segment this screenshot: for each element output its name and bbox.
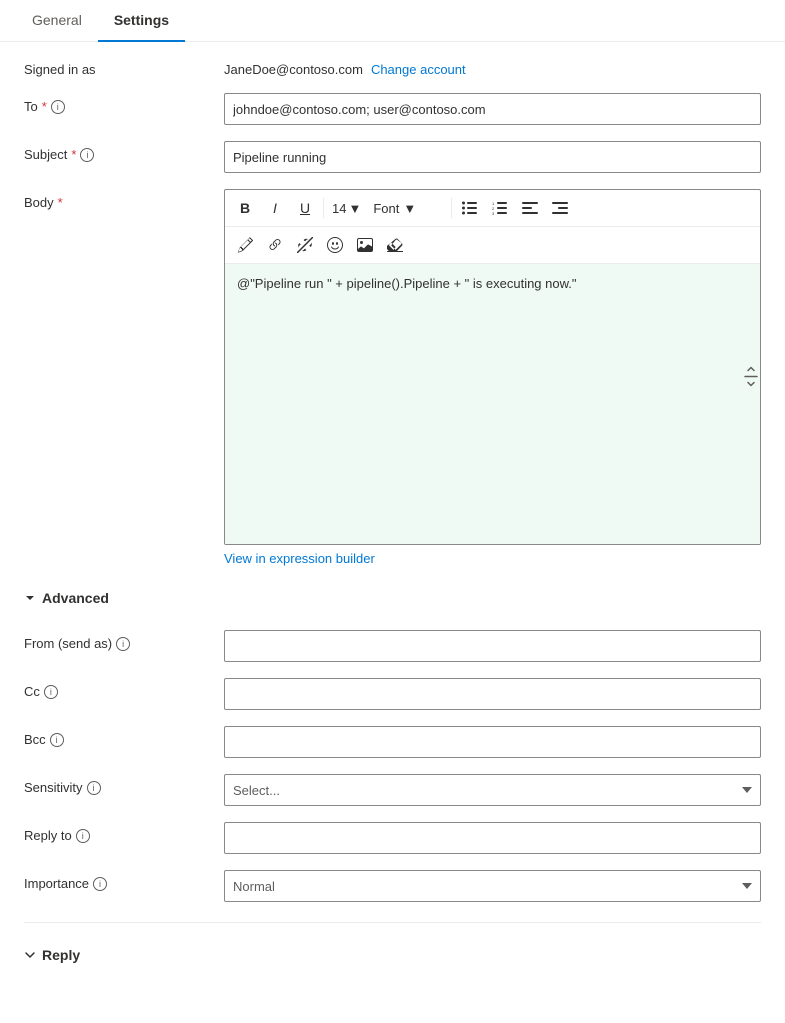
italic-button[interactable]: I bbox=[261, 194, 289, 222]
subject-input[interactable] bbox=[224, 141, 761, 173]
font-selector[interactable]: Font ▼ bbox=[367, 194, 447, 222]
sensitivity-field: Select... Normal Personal Private Confid… bbox=[224, 774, 761, 806]
reply-label: Reply bbox=[42, 947, 80, 963]
cc-info-icon: i bbox=[44, 685, 58, 699]
to-required-star: * bbox=[42, 99, 47, 114]
toolbar-row2 bbox=[225, 227, 760, 264]
tab-general[interactable]: General bbox=[16, 0, 98, 42]
align-right-button[interactable] bbox=[546, 194, 574, 222]
cc-row: Cc i bbox=[24, 678, 761, 710]
sensitivity-label: Sensitivity i bbox=[24, 774, 224, 795]
subject-row: Subject * i bbox=[24, 141, 761, 173]
importance-row: Importance i Normal Low High bbox=[24, 870, 761, 902]
to-row: To * i bbox=[24, 93, 761, 125]
bcc-row: Bcc i bbox=[24, 726, 761, 758]
advanced-label: Advanced bbox=[42, 590, 109, 606]
pen-button[interactable] bbox=[231, 231, 259, 259]
importance-select[interactable]: Normal Low High bbox=[224, 870, 761, 902]
cc-input[interactable] bbox=[224, 678, 761, 710]
reply-to-field bbox=[224, 822, 761, 854]
advanced-chevron-icon bbox=[24, 592, 36, 604]
tab-settings[interactable]: Settings bbox=[98, 0, 185, 42]
signed-in-email: JaneDoe@contoso.com bbox=[224, 62, 363, 77]
toolbar-divider-2 bbox=[451, 198, 452, 218]
reply-to-info-icon: i bbox=[76, 829, 90, 843]
body-row: Body * B I U 14 ▼ Font ▼ bbox=[24, 189, 761, 566]
from-info-icon: i bbox=[116, 637, 130, 651]
from-label: From (send as) i bbox=[24, 630, 224, 651]
sensitivity-info-icon: i bbox=[87, 781, 101, 795]
reply-to-input[interactable] bbox=[224, 822, 761, 854]
to-field bbox=[224, 93, 761, 125]
align-left-button[interactable] bbox=[516, 194, 544, 222]
to-label: To * i bbox=[24, 93, 224, 114]
bullet-list-button[interactable] bbox=[456, 194, 484, 222]
subject-info-icon: i bbox=[80, 148, 94, 162]
svg-text:3: 3 bbox=[492, 211, 495, 215]
bcc-label: Bcc i bbox=[24, 726, 224, 747]
importance-label: Importance i bbox=[24, 870, 224, 891]
link-button[interactable] bbox=[261, 231, 289, 259]
body-editor: B I U 14 ▼ Font ▼ bbox=[224, 189, 761, 545]
signed-in-label: Signed in as bbox=[24, 62, 224, 77]
font-size-selector[interactable]: 14 ▼ bbox=[328, 194, 365, 222]
importance-field: Normal Low High bbox=[224, 870, 761, 902]
from-row: From (send as) i bbox=[24, 630, 761, 662]
subject-required-star: * bbox=[71, 147, 76, 162]
sensitivity-row: Sensitivity i Select... Normal Personal … bbox=[24, 774, 761, 806]
subject-label: Subject * i bbox=[24, 141, 224, 162]
cc-field bbox=[224, 678, 761, 710]
from-input[interactable] bbox=[224, 630, 761, 662]
emoji-button[interactable] bbox=[321, 231, 349, 259]
reply-section: Reply bbox=[24, 922, 761, 1003]
bcc-input[interactable] bbox=[224, 726, 761, 758]
tab-bar: General Settings bbox=[0, 0, 785, 42]
signed-in-row: Signed in as JaneDoe@contoso.com Change … bbox=[24, 62, 761, 77]
body-required-star: * bbox=[58, 195, 63, 210]
bcc-info-icon: i bbox=[50, 733, 64, 747]
unlink-button[interactable] bbox=[291, 231, 319, 259]
body-text: @"Pipeline run " + pipeline().Pipeline +… bbox=[237, 276, 577, 291]
reply-section-header[interactable]: Reply bbox=[24, 939, 761, 971]
reply-chevron-icon bbox=[24, 949, 36, 961]
body-label: Body * bbox=[24, 189, 224, 210]
toolbar-divider-1 bbox=[323, 198, 324, 218]
underline-button[interactable]: U bbox=[291, 194, 319, 222]
from-field bbox=[224, 630, 761, 662]
eraser-button[interactable] bbox=[381, 231, 409, 259]
advanced-section-header[interactable]: Advanced bbox=[24, 582, 761, 614]
importance-info-icon: i bbox=[93, 877, 107, 891]
cc-label: Cc i bbox=[24, 678, 224, 699]
toolbar-row1: B I U 14 ▼ Font ▼ bbox=[225, 190, 760, 227]
to-info-icon: i bbox=[51, 100, 65, 114]
to-input[interactable] bbox=[224, 93, 761, 125]
numbered-list-button[interactable]: 1 2 3 bbox=[486, 194, 514, 222]
bold-button[interactable]: B bbox=[231, 194, 259, 222]
scroll-icon bbox=[741, 366, 761, 389]
bcc-field bbox=[224, 726, 761, 758]
change-account-link[interactable]: Change account bbox=[371, 62, 466, 77]
reply-to-label: Reply to i bbox=[24, 822, 224, 843]
subject-field bbox=[224, 141, 761, 173]
image-button[interactable] bbox=[351, 231, 379, 259]
body-content-area[interactable]: @"Pipeline run " + pipeline().Pipeline +… bbox=[225, 264, 760, 544]
sensitivity-select[interactable]: Select... Normal Personal Private Confid… bbox=[224, 774, 761, 806]
expression-builder-link[interactable]: View in expression builder bbox=[224, 551, 375, 566]
body-field: B I U 14 ▼ Font ▼ bbox=[224, 189, 761, 566]
settings-content: Signed in as JaneDoe@contoso.com Change … bbox=[0, 42, 785, 1023]
reply-to-row: Reply to i bbox=[24, 822, 761, 854]
